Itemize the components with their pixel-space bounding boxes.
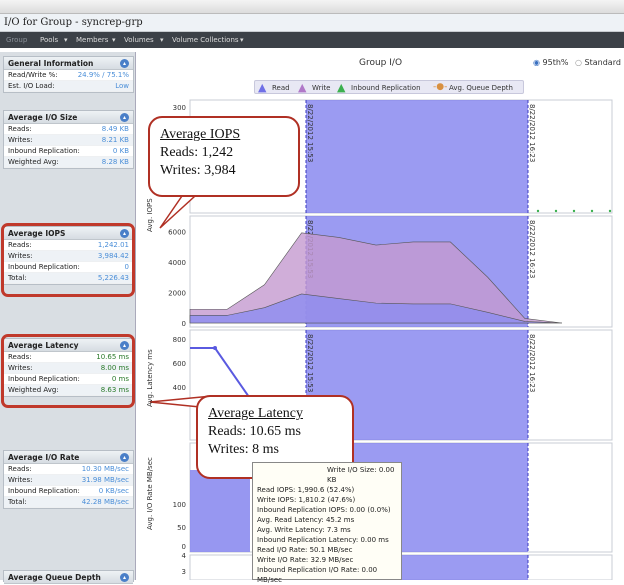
y-tick-label: 0 — [182, 543, 186, 551]
y-tick-label: 50 — [177, 524, 186, 532]
y-axis-label-latency: Avg. Latency ms — [146, 349, 154, 407]
callout-line: Writes: 8 ms — [208, 442, 279, 457]
y-tick-label: 2000 — [168, 289, 186, 297]
timestamp-end: 8/22/2012 16:23 — [528, 334, 536, 392]
callout-title: Average IOPS — [160, 127, 241, 142]
callout-line: Reads: 10.65 ms — [208, 424, 301, 439]
read-rate-area — [190, 470, 250, 552]
callout-line: Reads: 1,242 — [160, 145, 234, 160]
callout-average-iops: Average IOPS Reads: 1,242 Writes: 3,984 — [148, 116, 300, 197]
y-tick-label: 400 — [173, 384, 186, 392]
y-tick-label: 6000 — [168, 228, 186, 236]
callout-line: Writes: 3,984 — [160, 163, 236, 178]
y-tick-label: 300 — [173, 104, 186, 112]
data-point-tooltip: Write I/O Size: 0.00 KB Read IOPS: 1,990… — [252, 462, 402, 584]
y-tick-label: 100 — [173, 501, 186, 509]
read-latency-point — [213, 346, 217, 350]
timestamp-end: 8/22/2012 16:23 — [528, 220, 536, 278]
queue-depth-point — [590, 209, 594, 213]
timestamp-end: 8/22/2012 16:23 — [528, 104, 536, 162]
y-axis-label-iops: Avg. IOPS — [146, 198, 154, 232]
y-tick-label: 4 — [182, 552, 187, 560]
y-tick-label: 600 — [173, 360, 186, 368]
queue-depth-point — [554, 209, 558, 213]
y-tick-label: 800 — [173, 336, 186, 344]
y-tick-label: 3 — [182, 568, 186, 576]
timestamp-start: 8/22/2012 15:53 — [306, 104, 314, 162]
y-axis-label-rate: Avg. I/O Rate MB/sec — [146, 457, 154, 530]
y-tick-label: 0 — [182, 320, 186, 328]
y-tick-label: 4000 — [168, 259, 186, 267]
timestamp-start: 8/22/2012 15:53 — [306, 334, 314, 392]
queue-depth-point — [536, 209, 540, 213]
callout-title: Average Latency — [208, 406, 303, 421]
selection-band — [306, 100, 528, 213]
queue-depth-point — [608, 209, 612, 213]
queue-depth-point — [572, 209, 576, 213]
